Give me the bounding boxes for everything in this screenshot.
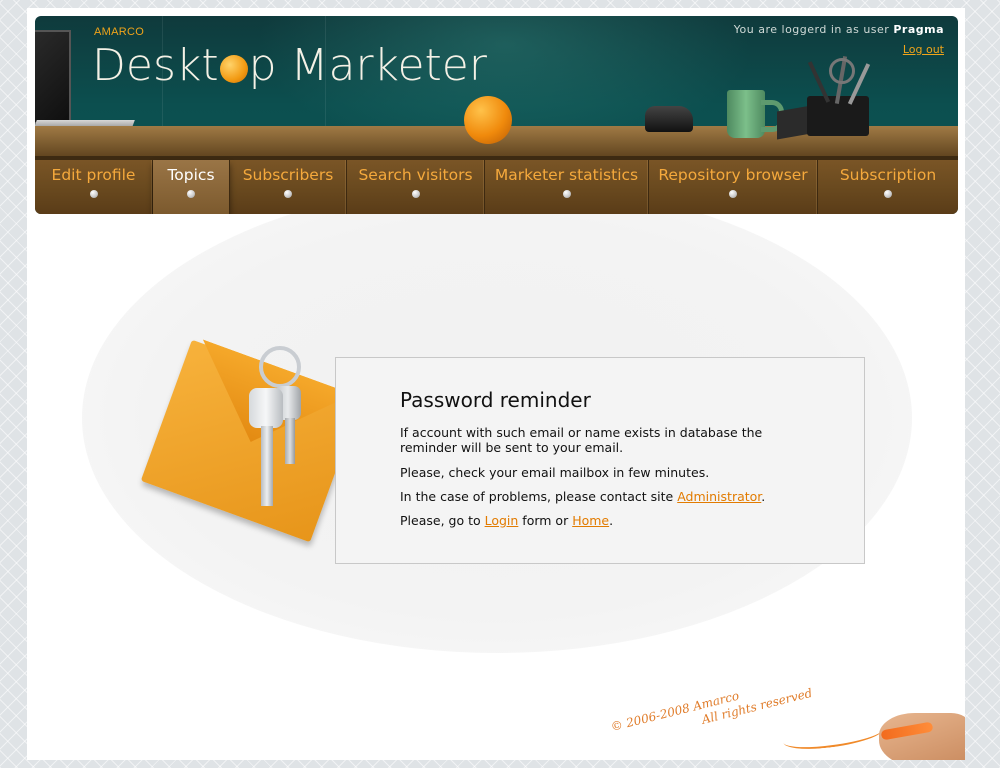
main-nav: Edit profile Topics Subscribers Search v… bbox=[35, 160, 958, 214]
pen-stroke bbox=[782, 717, 886, 753]
bullet-icon bbox=[284, 190, 292, 198]
bullet-icon bbox=[411, 190, 420, 198]
bullet-icon bbox=[187, 190, 195, 198]
nav-item-repository-browser[interactable]: Repository browser bbox=[649, 160, 818, 214]
password-reminder-card: Password reminder If account with such e… bbox=[335, 357, 865, 564]
orange-image bbox=[464, 96, 512, 144]
nav-item-subscribers[interactable]: Subscribers bbox=[230, 160, 347, 214]
app-logo-title: Deskt p Marketer bbox=[92, 40, 487, 91]
reminder-message: If account with such email or name exist… bbox=[400, 425, 763, 455]
contact-admin-message: In the case of problems, please contact … bbox=[400, 489, 766, 504]
orange-o-icon bbox=[219, 55, 248, 83]
bullet-icon bbox=[729, 190, 737, 198]
login-link[interactable]: Login bbox=[485, 513, 519, 528]
bullet-icon bbox=[562, 190, 571, 198]
home-link[interactable]: Home bbox=[572, 513, 609, 528]
brand-small-label: AMARCO bbox=[94, 26, 145, 38]
keys-icon bbox=[245, 346, 315, 516]
nav-item-search-visitors[interactable]: Search visitors bbox=[347, 160, 485, 214]
bullet-icon bbox=[89, 190, 98, 198]
logged-in-user: You are loggerd in as user Pragma bbox=[733, 23, 944, 36]
bullet-icon bbox=[884, 190, 892, 198]
header-banner: AMARCO Deskt p Marketer You are loggerd i… bbox=[35, 16, 958, 214]
page-title: Password reminder bbox=[400, 388, 591, 412]
check-mailbox-message: Please, check your email mailbox in few … bbox=[400, 465, 710, 480]
nav-item-subscription[interactable]: Subscription bbox=[818, 160, 958, 214]
laptop-image bbox=[35, 30, 71, 124]
nav-item-marketer-statistics[interactable]: Marketer statistics bbox=[485, 160, 649, 214]
page: AMARCO Deskt p Marketer You are loggerd i… bbox=[27, 8, 965, 760]
nav-item-edit-profile[interactable]: Edit profile bbox=[35, 160, 153, 214]
stapler-image bbox=[645, 106, 693, 132]
nav-item-topics[interactable]: Topics bbox=[153, 160, 230, 214]
navigation-message: Please, go to Login form or Home. bbox=[400, 513, 614, 528]
mug-image bbox=[727, 90, 765, 138]
desk-tools-image bbox=[777, 56, 877, 140]
username: Pragma bbox=[893, 23, 944, 36]
administrator-link[interactable]: Administrator bbox=[677, 489, 761, 504]
logout-link[interactable]: Log out bbox=[903, 43, 944, 56]
